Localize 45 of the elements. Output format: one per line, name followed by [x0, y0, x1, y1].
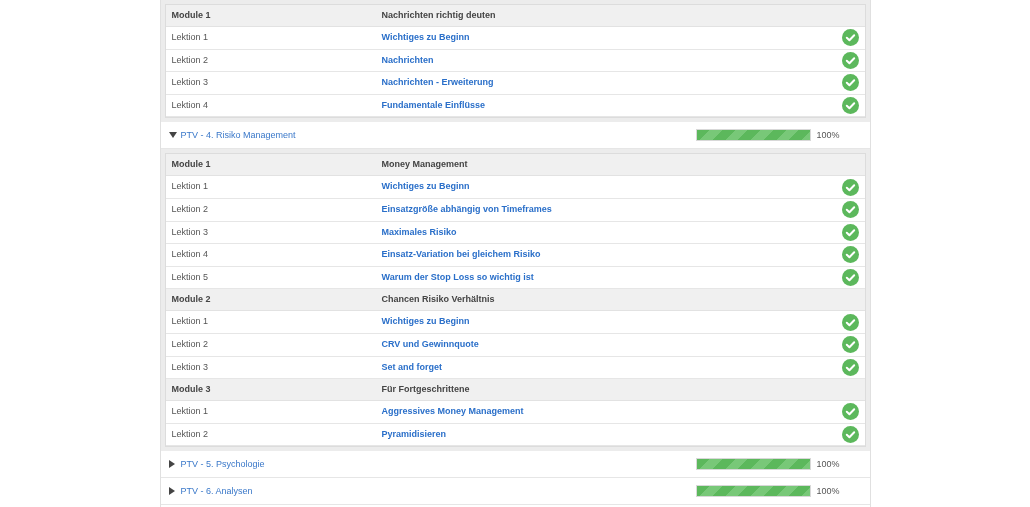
progress-reading: 100% — [816, 484, 841, 498]
lesson-link[interactable]: Maximales Risiko — [381, 225, 842, 240]
module-title: Nachrichten richtig deuten — [381, 8, 496, 22]
lesson-link[interactable]: Fundamentale Einflüsse — [381, 98, 842, 113]
module-label: Module 2 — [171, 293, 212, 307]
lesson-link[interactable]: Wichtiges zu Beginn — [381, 31, 842, 45]
module-title: Money Management — [381, 158, 468, 172]
lesson-link[interactable]: Pyramidisieren — [381, 427, 842, 442]
lesson-label: Lektion 2 — [171, 203, 210, 216]
lesson-link[interactable]: CRV und Gewinnquote — [381, 338, 842, 352]
course-link[interactable]: PTV - 5. Psychologie — [180, 457, 696, 472]
module-label: Module 1 — [171, 8, 212, 22]
lesson-label: Lektion 2 — [171, 53, 210, 67]
lesson-link[interactable]: Nachrichten — [381, 53, 842, 68]
module-title: Für Fortgeschrittene — [381, 382, 470, 396]
lesson-label: Lektion 3 — [171, 360, 210, 374]
lesson-label: Lektion 5 — [171, 270, 210, 284]
lesson-label: Lektion 2 — [171, 427, 210, 441]
progress-reading: 100% — [816, 128, 841, 142]
lesson-link[interactable]: Wichtiges zu Beginn — [381, 315, 842, 329]
lesson-label: Lektion 4 — [171, 98, 210, 112]
module-label: Module 1 — [171, 158, 212, 172]
lesson-label: Lektion 1 — [171, 405, 210, 419]
lesson-link[interactable]: Nachrichten - Erweiterung — [381, 76, 842, 90]
course-link[interactable]: PTV - 6. Analysen — [180, 484, 696, 499]
caret-right-icon[interactable] — [168, 487, 175, 496]
caret-right-icon[interactable] — [168, 460, 175, 469]
lesson-label: Lektion 4 — [171, 248, 210, 262]
module-title: Chancen Risiko Verhältnis — [381, 293, 495, 307]
lesson-link[interactable]: Set and forget — [381, 360, 842, 375]
lesson-link[interactable]: Einsatzgröße abhängig von Timeframes — [381, 203, 842, 217]
course-link[interactable]: PTV - 4. Risiko Management — [180, 128, 696, 143]
progress-reading: 100% — [816, 457, 841, 471]
caret-down-icon[interactable] — [168, 132, 177, 139]
lesson-link[interactable]: Wichtiges zu Beginn — [381, 180, 842, 194]
lesson-label: Lektion 3 — [171, 76, 210, 90]
lesson-label: Lektion 3 — [171, 225, 210, 239]
lesson-label: Lektion 2 — [171, 338, 210, 351]
module-label: Module 3 — [171, 382, 212, 396]
lesson-label: Lektion 1 — [171, 31, 210, 45]
lesson-link[interactable]: Einsatz-Variation bei gleichem Risiko — [381, 248, 842, 262]
lesson-label: Lektion 1 — [171, 180, 210, 194]
lesson-link[interactable]: Warum der Stop Loss so wichtig ist — [381, 270, 842, 285]
lesson-label: Lektion 1 — [171, 315, 210, 329]
lesson-link[interactable]: Aggressives Money Management — [381, 405, 842, 419]
